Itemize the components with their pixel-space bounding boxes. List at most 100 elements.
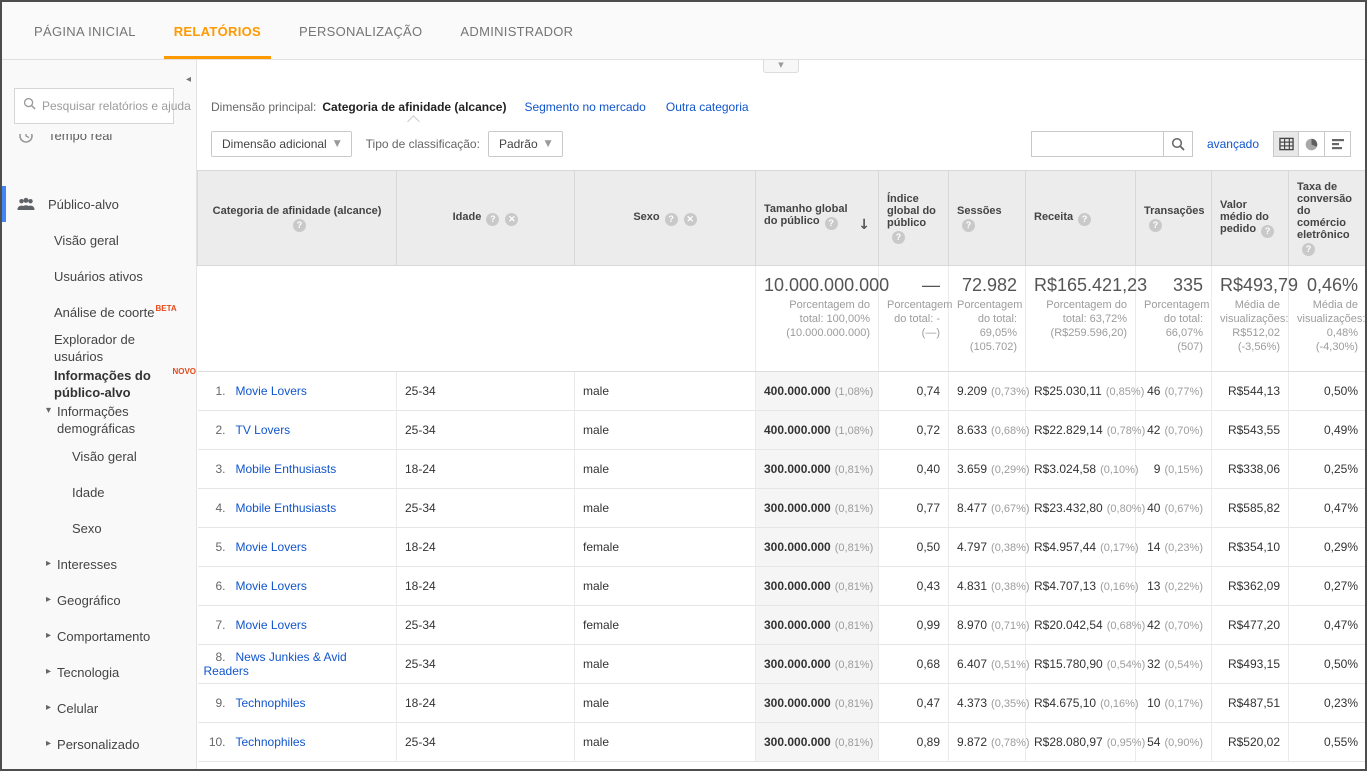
aov-cell: R$520,02 <box>1212 723 1289 762</box>
sidebar-item-an-lise-de-coorte[interactable]: Análise de coorteBETA <box>2 294 196 330</box>
table-view-button[interactable] <box>1273 131 1299 157</box>
sidebar-item-p-blico-alvo[interactable]: Público-alvo <box>2 186 196 222</box>
sidebar-item-celular[interactable]: ▸Celular <box>2 690 196 726</box>
table-view-icon <box>1279 137 1294 151</box>
sidebar-item-geogr-fico[interactable]: ▸Geográfico <box>2 582 196 618</box>
category-cell: 3.Mobile Enthusiasts <box>198 450 397 489</box>
panel-collapse-icon[interactable]: ▼ <box>763 60 799 73</box>
tab-personalizacao[interactable]: PERSONALIZAÇÃO <box>289 2 432 59</box>
table-search-input[interactable] <box>1031 131 1163 157</box>
column-header-indice[interactable]: Índice global do público? <box>879 171 949 266</box>
caret-down-icon: ▾ <box>46 405 51 416</box>
sidebar-search[interactable] <box>14 88 174 124</box>
category-link[interactable]: Technophiles <box>236 735 306 749</box>
aov-cell: R$543,55 <box>1212 411 1289 450</box>
index-cell: 0,72 <box>879 411 949 450</box>
help-icon[interactable]: ? <box>293 219 306 232</box>
help-icon[interactable]: ? <box>825 217 838 230</box>
sessions-cell: 8.477(0,67%) <box>949 489 1026 528</box>
sidebar-item-usu-rios-ativos[interactable]: Usuários ativos <box>2 258 196 294</box>
sidebar-search-input[interactable] <box>42 99 197 113</box>
column-header-receita[interactable]: Receita? <box>1026 171 1136 266</box>
category-link[interactable]: Mobile Enthusiasts <box>236 501 337 515</box>
revenue-cell: R$3.024,58(0,10%) <box>1026 450 1136 489</box>
tab-administrador[interactable]: ADMINISTRADOR <box>450 2 583 59</box>
help-icon[interactable]: ? <box>1302 243 1315 256</box>
caret-right-icon: ▸ <box>46 558 51 569</box>
column-header-valor-medio[interactable]: Valor médio do pedido? <box>1212 171 1289 266</box>
sidebar-item-interesses[interactable]: ▸Interesses <box>2 546 196 582</box>
dimension-link-outra[interactable]: Outra categoria <box>666 100 749 114</box>
category-link[interactable]: Movie Lovers <box>236 579 307 593</box>
sidebar-item-tecnologia[interactable]: ▸Tecnologia <box>2 654 196 690</box>
help-icon[interactable]: ? <box>665 213 678 226</box>
sidebar-item-vis-o-geral[interactable]: Visão geral <box>2 222 196 258</box>
summary-sessions: 72.982Porcentagem do total: 69,05% (105.… <box>949 266 1026 372</box>
help-icon[interactable]: ? <box>892 231 905 244</box>
gender-cell: male <box>575 450 756 489</box>
sidebar-item-vis-o-geral[interactable]: Visão geral <box>2 438 196 474</box>
index-cell: 0,43 <box>879 567 949 606</box>
primary-dimension-selected[interactable]: Categoria de afinidade (alcance) <box>322 100 506 114</box>
size-cell: 300.000.000(0,81%) <box>756 645 879 684</box>
caret-right-icon: ▸ <box>46 630 51 641</box>
help-icon[interactable]: ? <box>1261 225 1274 238</box>
category-cell: 6.Movie Lovers <box>198 567 397 606</box>
category-link[interactable]: Movie Lovers <box>236 540 307 554</box>
gender-cell: male <box>575 567 756 606</box>
column-header-sessoes[interactable]: Sessões? <box>949 171 1026 266</box>
category-link[interactable]: Movie Lovers <box>236 384 307 398</box>
transactions-cell: 32(0,54%) <box>1136 645 1212 684</box>
category-link[interactable]: Movie Lovers <box>236 618 307 632</box>
category-link[interactable]: Technophiles <box>236 696 306 710</box>
help-icon[interactable]: ? <box>486 213 499 226</box>
remove-column-icon[interactable]: ✕ <box>684 213 697 226</box>
table-search-button[interactable] <box>1163 131 1193 157</box>
advanced-filter-link[interactable]: avançado <box>1207 137 1259 151</box>
sort-type-label: Tipo de classificação: <box>366 137 480 151</box>
column-header-idade[interactable]: Idade?✕ <box>397 171 575 266</box>
secondary-dimension-button[interactable]: Dimensão adicional ▼ <box>211 131 352 157</box>
sidebar-collapse-icon[interactable]: ◂ <box>186 74 191 85</box>
sidebar-item-sexo[interactable]: Sexo <box>2 510 196 546</box>
sidebar-item-personalizado[interactable]: ▸Personalizado <box>2 726 196 762</box>
category-link[interactable]: Mobile Enthusiasts <box>236 462 337 476</box>
gender-cell: male <box>575 411 756 450</box>
aov-cell: R$354,10 <box>1212 528 1289 567</box>
index-cell: 0,50 <box>879 528 949 567</box>
column-header-taxa-conversao[interactable]: Taxa de conversão do comércio eletrônico… <box>1289 171 1366 266</box>
sidebar-item-idade[interactable]: Idade <box>2 474 196 510</box>
help-icon[interactable]: ? <box>1078 213 1091 226</box>
sidebar-item-tempo-real[interactable]: Tempo real <box>2 134 196 170</box>
index-cell: 0,40 <box>879 450 949 489</box>
column-header-sexo[interactable]: Sexo?✕ <box>575 171 756 266</box>
sidebar-item-comportamento[interactable]: ▸Comportamento <box>2 618 196 654</box>
sidebar-item-informa-es-demogr-ficas[interactable]: ▾Informações demográficas <box>2 402 196 438</box>
caret-right-icon: ▸ <box>46 702 51 713</box>
tab-relatorios[interactable]: RELATÓRIOS <box>164 2 271 59</box>
summary-conv: 0,46%Média de visualizações: 0,48% (-4,3… <box>1289 266 1366 372</box>
column-header-tamanho[interactable]: ↓Tamanho global do público? <box>756 171 879 266</box>
percentage-view-button[interactable] <box>1299 131 1325 157</box>
sidebar-item-explorador-de-usu-rios[interactable]: Explorador de usuários <box>2 330 196 366</box>
tab-pagina-inicial[interactable]: PÁGINA INICIAL <box>24 2 146 59</box>
performance-view-button[interactable] <box>1325 131 1351 157</box>
remove-column-icon[interactable]: ✕ <box>505 213 518 226</box>
transactions-cell: 42(0,70%) <box>1136 411 1212 450</box>
transactions-cell: 42(0,70%) <box>1136 606 1212 645</box>
chevron-down-icon: ▼ <box>334 139 341 149</box>
sort-type-button[interactable]: Padrão ▼ <box>488 131 563 157</box>
gender-cell: male <box>575 723 756 762</box>
age-cell: 25-34 <box>397 372 575 411</box>
category-link[interactable]: TV Lovers <box>236 423 291 437</box>
column-header-categoria[interactable]: Categoria de afinidade (alcance)? <box>198 171 397 266</box>
size-cell: 300.000.000(0,81%) <box>756 489 879 528</box>
column-header-transacoes[interactable]: Transações? <box>1136 171 1212 266</box>
sessions-cell: 8.633(0,68%) <box>949 411 1026 450</box>
help-icon[interactable]: ? <box>1149 219 1162 232</box>
sidebar-item-informa-es-do-p-blico-alvo[interactable]: Informações do público-alvoNOVO <box>2 366 196 402</box>
row-rank: 7. <box>204 618 226 632</box>
help-icon[interactable]: ? <box>962 219 975 232</box>
dimension-link-segmento[interactable]: Segmento no mercado <box>524 100 645 114</box>
table-row: 10.Technophiles 25-34 male 300.000.000(0… <box>198 723 1366 762</box>
